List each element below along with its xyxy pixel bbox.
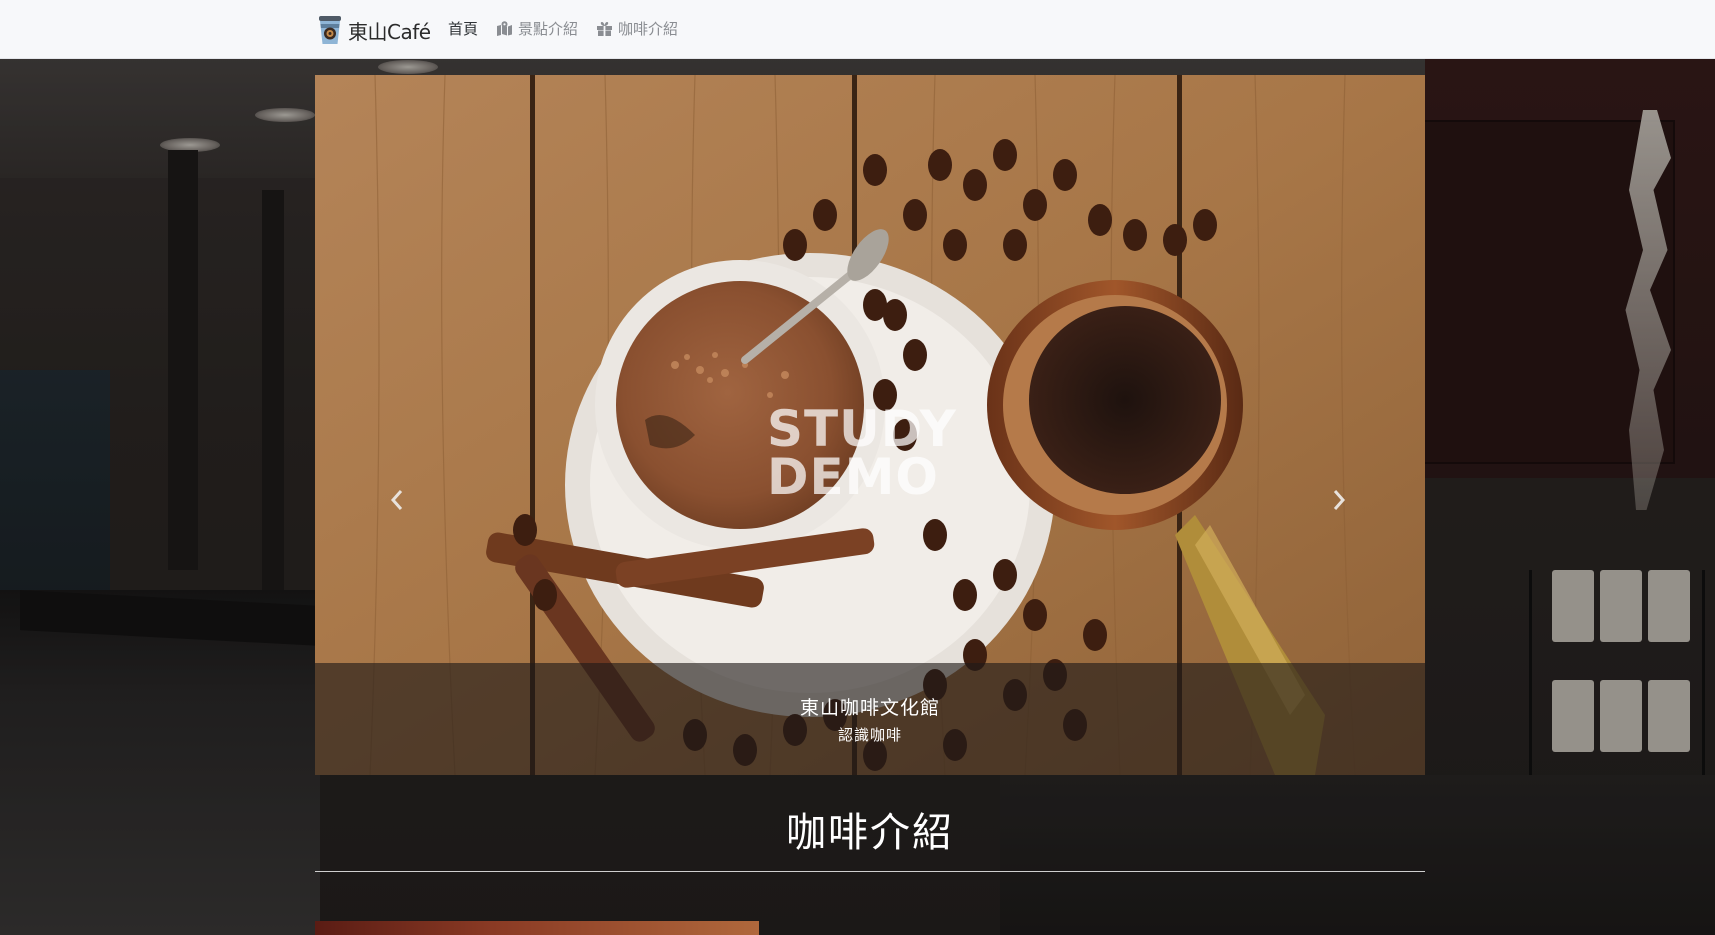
brand-label: 東山Café: [348, 19, 431, 44]
card-image-peek[interactable]: [315, 921, 759, 935]
carousel-next-button[interactable]: [1319, 480, 1359, 520]
nav-attractions-label: 景點介紹: [518, 20, 579, 38]
chevron-right-icon: [1333, 490, 1346, 510]
nav-home-label: 首頁: [448, 20, 479, 38]
gift-icon: [596, 21, 613, 36]
study-demo-watermark: STUDY DEMO: [767, 400, 957, 506]
coffee-cup-icon: [316, 14, 344, 46]
nav-coffee-link[interactable]: 咖啡介紹: [596, 18, 678, 39]
section-divider: [315, 871, 1425, 872]
nav-home-link[interactable]: 首頁: [448, 18, 478, 39]
watermark-line2: DEMO: [767, 448, 939, 506]
top-navbar: 東山Café 首頁 景點介紹 咖啡介紹: [0, 0, 1715, 59]
nav-coffee-label: 咖啡介紹: [618, 20, 679, 38]
nav-links: 首頁 景點介紹 咖啡介紹: [448, 18, 678, 39]
chevron-left-icon: [390, 490, 403, 510]
hero-carousel: STUDY DEMO 東山咖啡文化館 認識咖啡: [315, 75, 1425, 775]
caption-subtitle: 認識咖啡: [837, 726, 902, 744]
carousel-prev-button[interactable]: [377, 480, 417, 520]
section-title: 咖啡介紹: [786, 810, 954, 856]
brand-link[interactable]: 東山Café: [316, 14, 431, 46]
map-icon: [496, 21, 513, 36]
carousel-caption: 東山咖啡文化館 認識咖啡: [315, 663, 1425, 775]
watermark-line1: STUDY: [767, 400, 957, 458]
caption-title: 東山咖啡文化館: [799, 697, 940, 719]
nav-attractions-link[interactable]: 景點介紹: [496, 18, 578, 39]
